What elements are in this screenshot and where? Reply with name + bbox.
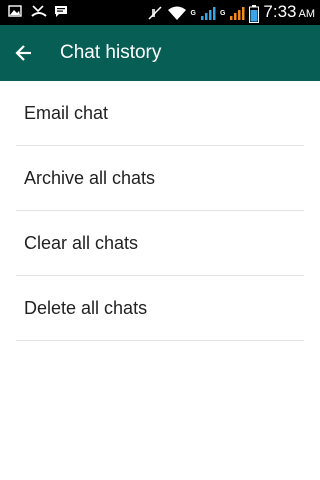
clear-all-chats-option[interactable]: Clear all chats (16, 211, 304, 276)
mute-icon (147, 5, 163, 21)
option-label: Clear all chats (24, 233, 139, 253)
app-bar: Chat history (0, 25, 320, 81)
email-chat-option[interactable]: Email chat (16, 81, 304, 146)
arrow-left-icon (15, 45, 31, 61)
status-time: 7:33 AM (263, 3, 315, 23)
status-time-value: 7:33 (263, 2, 297, 21)
signal-icon (200, 5, 216, 21)
network-type-label: G (219, 9, 226, 17)
page-title: Chat history (60, 42, 162, 63)
message-icon (54, 4, 70, 20)
status-bar: G G 7:33 AM (0, 0, 320, 25)
delete-all-chats-option[interactable]: Delete all chats (16, 276, 304, 341)
battery-icon (249, 5, 260, 23)
status-ampm: AM (298, 8, 316, 20)
wifi-icon (167, 5, 187, 21)
image-icon (8, 4, 24, 20)
archive-all-chats-option[interactable]: Archive all chats (16, 146, 304, 211)
back-button[interactable] (10, 39, 38, 67)
option-label: Delete all chats (24, 298, 148, 318)
option-label: Archive all chats (24, 168, 156, 188)
option-label: Email chat (24, 103, 109, 123)
signal-icon (229, 5, 245, 21)
chat-history-options-list: Email chat Archive all chats Clear all c… (0, 81, 320, 341)
network-type-label: G (190, 9, 196, 17)
missed-call-icon (31, 4, 47, 20)
